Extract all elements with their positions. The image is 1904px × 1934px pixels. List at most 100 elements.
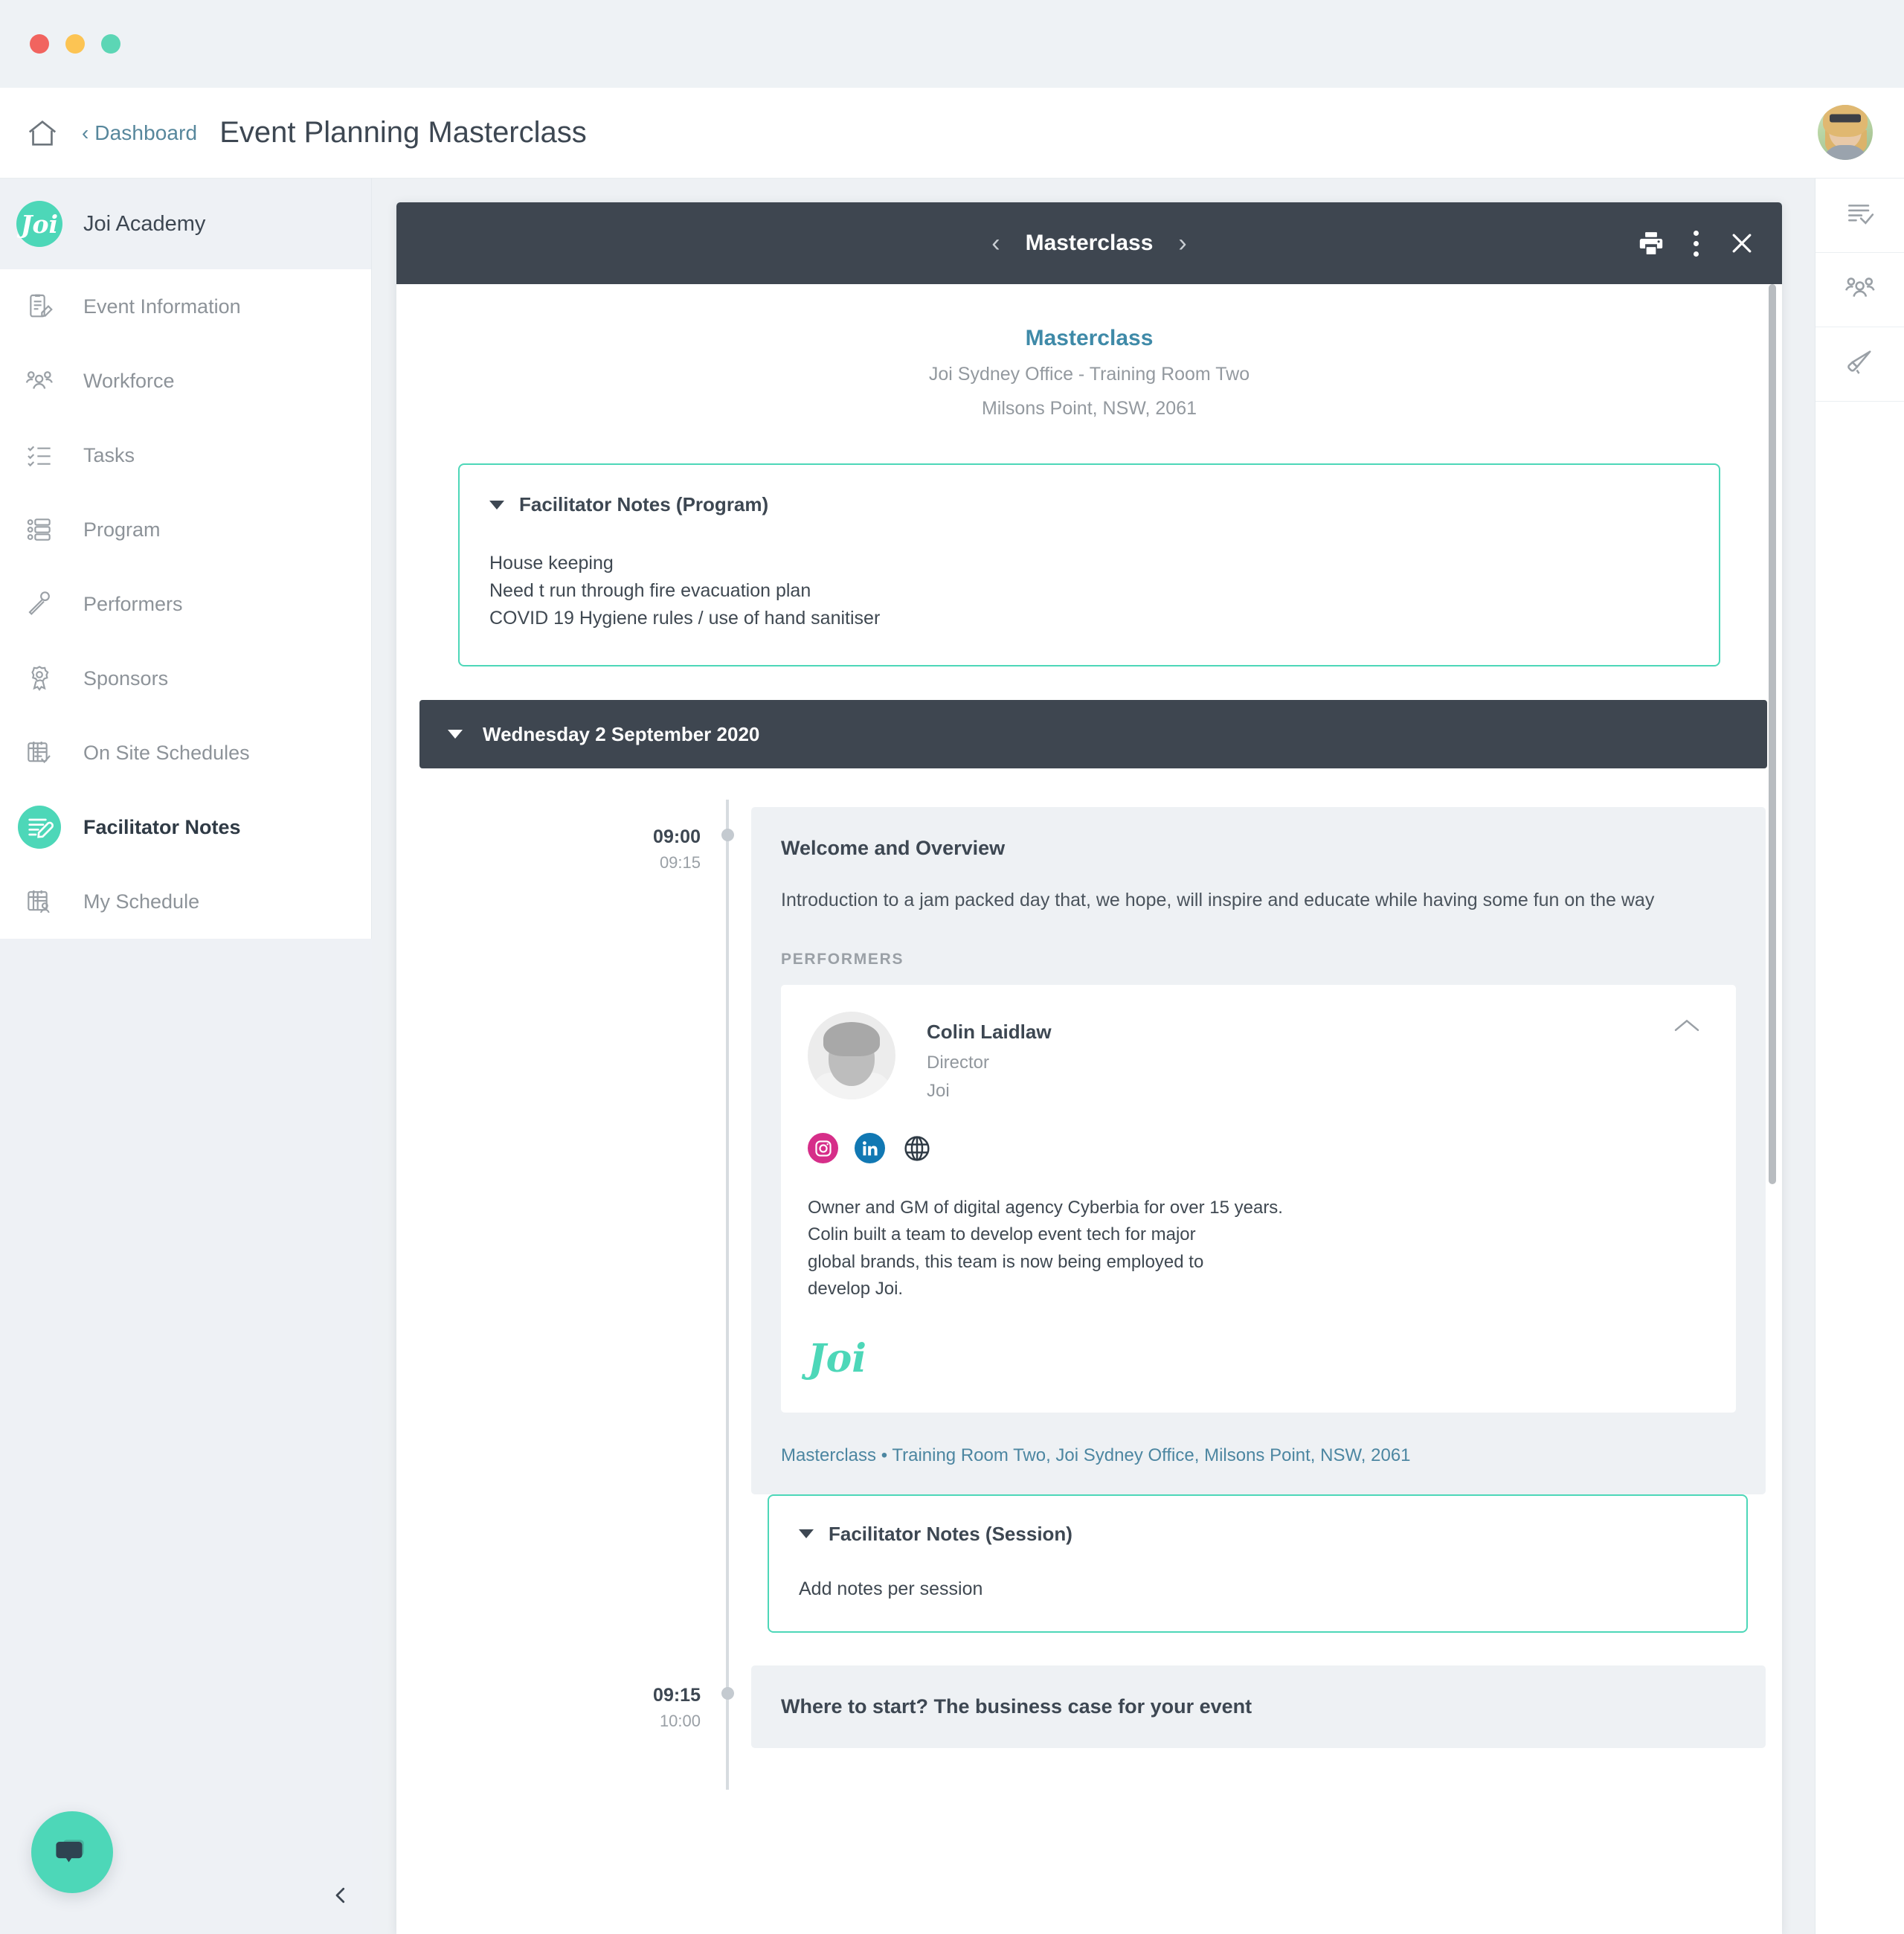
day-label: Wednesday 2 September 2020 [483, 722, 760, 745]
task-list-check-icon [1844, 197, 1876, 234]
event-name: Masterclass [1025, 326, 1154, 350]
performer-card: Colin Laidlaw Director Joi Owner and GM … [781, 985, 1736, 1413]
app-header: ‹ Dashboard Event Planning Masterclass [0, 88, 1904, 179]
window-minimize-button[interactable] [65, 34, 85, 54]
program-notes-toggle[interactable]: Facilitator Notes (Program) [489, 493, 1689, 516]
caret-down-icon [799, 1529, 814, 1539]
clipboard-edit-icon [18, 285, 61, 328]
rail-item-announcements[interactable] [1815, 327, 1904, 402]
program-note-line: House keeping [489, 553, 614, 574]
modal-prev-button[interactable]: ‹ [991, 231, 1000, 256]
performer-socials [808, 1133, 1706, 1163]
sidebar-item-event-information[interactable]: Event Information [0, 269, 371, 344]
sidebar-item-label: Tasks [83, 443, 135, 466]
performer-bio-line: Colin built a team to develop event tech… [808, 1224, 1196, 1245]
breadcrumb[interactable]: ‹ Dashboard [82, 121, 197, 145]
kebab-menu-icon[interactable] [1694, 230, 1699, 257]
sidebar-item-label: Program [83, 518, 161, 541]
event-address: Milsons Point, NSW, 2061 [981, 398, 1197, 419]
session-location-link[interactable]: Masterclass • Training Room Two, Joi Syd… [781, 1445, 1736, 1466]
sidebar-item-label: Sponsors [83, 666, 169, 690]
program-notes-body: House keeping Need t run through fire ev… [489, 550, 1689, 632]
performer-role: Director [927, 1053, 990, 1073]
session-facilitator-notes: Facilitator Notes (Session) Add notes pe… [768, 1494, 1748, 1633]
home-icon[interactable] [25, 116, 60, 150]
sidebar-item-tasks[interactable]: Tasks [0, 418, 371, 492]
sidebar-item-label: Event Information [83, 295, 241, 318]
modal-title-nav: ‹ Masterclass › [396, 231, 1782, 256]
left-sidebar: Joi Joi Academy Event Information Workfo… [0, 179, 372, 1934]
rail-item-tasks[interactable] [1815, 179, 1904, 253]
chat-bubble-icon[interactable] [31, 1811, 113, 1893]
sidebar-item-facilitator-notes[interactable]: Facilitator Notes [0, 790, 371, 864]
session-notes-heading: Facilitator Notes (Session) [829, 1522, 1072, 1545]
megaphone-icon [1844, 346, 1876, 382]
performer-meta: Colin Laidlaw Director Joi [927, 1012, 1052, 1102]
modal-body: Masterclass Joi Sydney Office - Training… [396, 284, 1782, 1934]
modal-header: ‹ Masterclass › [396, 202, 1782, 284]
notes-microphone-icon [18, 806, 61, 849]
performers-label: PERFORMERS [781, 951, 904, 968]
program-facilitator-notes: Facilitator Notes (Program) House keepin… [458, 463, 1720, 666]
avatar[interactable] [1818, 105, 1873, 160]
printer-icon[interactable] [1637, 229, 1665, 257]
session-start-time: 09:15 [653, 1684, 701, 1706]
session-row: 09:00 09:15 Welcome and Overview Introdu… [396, 768, 1782, 1494]
sidebar-item-label: Facilitator Notes [83, 815, 241, 838]
session-time: 09:15 10:00 [396, 1665, 726, 1748]
close-icon[interactable] [1727, 228, 1757, 258]
session-card[interactable]: Where to start? The business case for yo… [751, 1665, 1766, 1748]
program-list-icon [18, 508, 61, 551]
sidebar-item-label: Performers [83, 592, 183, 615]
joi-logo-icon: Joi [16, 201, 62, 247]
sidebar-item-on-site-schedules[interactable]: On Site Schedules [0, 716, 371, 790]
performer-bio-line: develop Joi. [808, 1279, 904, 1299]
performer-name: Colin Laidlaw [927, 1021, 1052, 1043]
chevron-up-icon[interactable] [1672, 1016, 1702, 1039]
session-title: Welcome and Overview [781, 837, 1006, 859]
caret-down-icon [448, 730, 463, 739]
session-description: Introduction to a jam packed day that, w… [781, 890, 1655, 910]
session-row: 09:15 10:00 Where to start? The business… [396, 1633, 1782, 1748]
sidebar-item-performers[interactable]: Performers [0, 567, 371, 641]
session-card[interactable]: Welcome and Overview Introduction to a j… [751, 807, 1766, 1494]
sidebar-item-program[interactable]: Program [0, 492, 371, 567]
event-venue: Joi Sydney Office - Training Room Two [928, 364, 1250, 385]
window-zoom-button[interactable] [101, 34, 120, 54]
rail-item-audience[interactable] [1815, 253, 1904, 327]
modal-title: Masterclass [1025, 231, 1154, 255]
brand-name: Joi Academy [83, 211, 206, 236]
performer-bio-line: Owner and GM of digital agency Cyberbia … [808, 1198, 1283, 1218]
os-window-bar [0, 0, 1904, 88]
sidebar-item-label: Workforce [83, 369, 175, 392]
window-close-button[interactable] [30, 34, 49, 54]
sidebar-brand[interactable]: Joi Joi Academy [0, 179, 371, 269]
audience-people-icon [1844, 272, 1876, 308]
session-notes-toggle[interactable]: Facilitator Notes (Session) [799, 1523, 1717, 1546]
calendar-check-icon [18, 731, 61, 774]
caret-down-icon [489, 500, 504, 510]
performer-header: Colin Laidlaw Director Joi [808, 1012, 1706, 1102]
timeline-dot [721, 1686, 734, 1700]
performer-bio: Owner and GM of digital agency Cyberbia … [808, 1195, 1706, 1303]
sidebar-item-my-schedule[interactable]: My Schedule [0, 864, 371, 939]
sidebar-item-sponsors[interactable]: Sponsors [0, 641, 371, 716]
performer-photo [808, 1012, 895, 1099]
calendar-person-icon [18, 880, 61, 923]
day-header[interactable]: Wednesday 2 September 2020 [419, 700, 1767, 768]
sidebar-collapse-button[interactable] [318, 1873, 363, 1918]
program-note-line: COVID 19 Hygiene rules / use of hand san… [489, 608, 881, 629]
performer-bio-line: global brands, this team is now being em… [808, 1251, 1204, 1272]
sidebar-item-label: My Schedule [83, 890, 200, 913]
linkedin-icon[interactable] [855, 1133, 885, 1163]
sidebar-item-workforce[interactable]: Workforce [0, 344, 371, 418]
modal-next-button[interactable]: › [1178, 231, 1186, 256]
right-rail [1815, 179, 1904, 1934]
session-start-time: 09:00 [653, 826, 701, 847]
checklist-icon [18, 434, 61, 477]
website-globe-icon[interactable] [901, 1133, 932, 1163]
instagram-icon[interactable] [808, 1133, 838, 1163]
session-detail-modal: ‹ Masterclass › Masterclass Joi Sydney O… [396, 202, 1782, 1934]
session-time: 09:00 09:15 [396, 807, 726, 1494]
traffic-light-group [30, 34, 120, 54]
